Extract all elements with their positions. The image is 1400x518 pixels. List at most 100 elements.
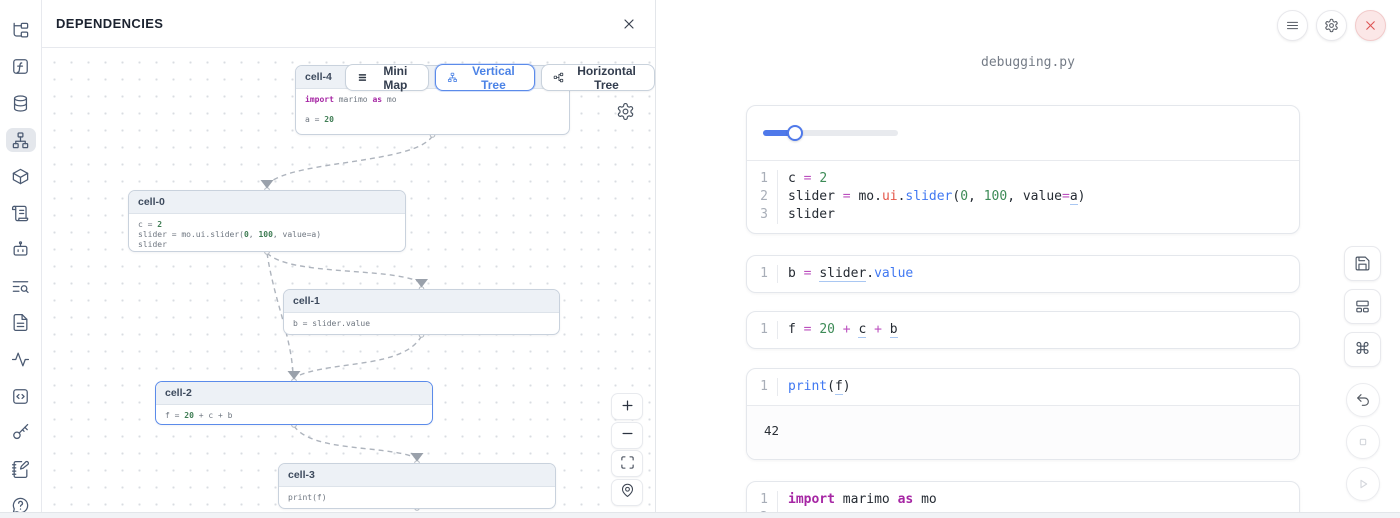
gear-icon: [616, 102, 635, 121]
edge-arrowhead: [411, 453, 424, 462]
stop-button[interactable]: [1346, 425, 1380, 459]
graph-node-title: cell-3: [279, 464, 555, 487]
secrets-icon[interactable]: [6, 420, 36, 445]
snippets-icon[interactable]: [6, 384, 36, 409]
code-line: print(f): [778, 378, 851, 396]
logs-icon[interactable]: [6, 274, 36, 299]
close-panel-button[interactable]: [621, 16, 637, 32]
zoom-out-button[interactable]: [611, 422, 643, 449]
horizontal-tree-button[interactable]: Horizontal Tree: [541, 64, 655, 91]
run-button[interactable]: [1346, 467, 1380, 501]
keyboard-shortcuts-button[interactable]: ⌘: [1344, 332, 1381, 367]
line-number: 3: [747, 206, 778, 224]
edge-arrowhead: [288, 371, 301, 380]
vertical-tree-button[interactable]: Vertical Tree: [435, 64, 535, 91]
code-line: c = 2: [778, 170, 827, 188]
gear-icon: [1324, 18, 1339, 33]
horizontal-tree-label: Horizontal Tree: [570, 64, 643, 92]
variables-icon[interactable]: [6, 55, 36, 80]
graph-toolbar: Mini Map Vertical Tree Horizontal Tree: [345, 64, 655, 91]
layout-icon: [1354, 298, 1371, 315]
slider-track[interactable]: [763, 130, 898, 136]
code-line: import marimo as mo: [778, 491, 937, 509]
line-number: 1: [747, 170, 778, 188]
packages-icon[interactable]: [6, 164, 36, 189]
line-number: 1: [747, 491, 778, 509]
notebook-cell-2[interactable]: 1f = 20 + c + b: [746, 311, 1300, 349]
tracing-icon[interactable]: [6, 347, 36, 372]
status-bar: [0, 512, 1400, 518]
map-pin-icon: [620, 483, 635, 498]
notebook-filename[interactable]: debugging.py: [656, 55, 1400, 70]
code-editor[interactable]: 1f = 20 + c + b: [747, 312, 1299, 348]
fit-view-button[interactable]: [611, 450, 643, 477]
minimap-button[interactable]: Mini Map: [345, 64, 429, 91]
graph-node-title: cell-0: [129, 191, 405, 214]
minus-icon: [620, 426, 635, 441]
code-editor[interactable]: 1c = 22slider = mo.ui.slider(0, 100, val…: [747, 161, 1299, 233]
code-editor[interactable]: 1b = slider.value: [747, 256, 1299, 292]
maximize-icon: [620, 455, 635, 470]
outline-icon[interactable]: [6, 201, 36, 226]
graph-zoom-controls: [611, 393, 643, 506]
menu-icon: [1285, 18, 1300, 33]
ai-chat-icon[interactable]: [6, 237, 36, 262]
vertical-tree-label: Vertical Tree: [464, 64, 523, 92]
notebook-settings-button[interactable]: [1316, 10, 1347, 41]
edge-cell-4-to-cell-0: [269, 136, 433, 183]
helper-sidebar: [0, 0, 42, 518]
graph-node-cell-3[interactable]: cell-3print(f): [278, 463, 556, 509]
save-button[interactable]: [1344, 246, 1381, 281]
slider-output: [747, 106, 1299, 161]
edge-cell-0-to-cell-1: [267, 253, 420, 282]
graph-node-code: c = 2slider = mo.ui.slider(0, 100, value…: [129, 214, 405, 252]
graph-node-cell-2[interactable]: cell-2f = 20 + c + b: [155, 381, 433, 425]
dependencies-icon[interactable]: [6, 128, 36, 153]
layout-button[interactable]: [1344, 289, 1381, 324]
notebook-actions-button[interactable]: [1277, 10, 1308, 41]
file-explorer-icon[interactable]: [6, 18, 36, 43]
notebook-cell-1[interactable]: 1b = slider.value: [746, 255, 1300, 293]
line-number: 2: [747, 188, 778, 206]
code-line: b = slider.value: [778, 265, 913, 283]
code-line: f = 20 + c + b: [778, 321, 898, 339]
code-line: slider = mo.ui.slider(0, 100, value=a): [778, 188, 1085, 206]
app-root: DEPENDENCIES cell-4import marimo as mo a…: [0, 0, 1400, 518]
zoom-in-button[interactable]: [611, 393, 643, 420]
play-icon: [1355, 476, 1371, 492]
graph-node-title: cell-2: [156, 382, 432, 405]
graph-node-code: print(f): [279, 487, 555, 507]
documentation-icon[interactable]: [6, 311, 36, 336]
stop-icon: [1355, 434, 1371, 450]
notebook-cell-0[interactable]: 1c = 22slider = mo.ui.slider(0, 100, val…: [746, 105, 1300, 234]
code-editor[interactable]: 1print(f): [747, 369, 1299, 405]
locate-button[interactable]: [611, 479, 643, 506]
edge-arrowhead: [415, 279, 428, 288]
graph-settings-button[interactable]: [612, 98, 638, 124]
datasources-icon[interactable]: [6, 91, 36, 116]
slider-thumb[interactable]: [787, 125, 803, 141]
minimap-icon: [357, 71, 368, 84]
graph-node-code: b = slider.value: [284, 313, 559, 333]
undo-button[interactable]: [1346, 383, 1380, 417]
edge-cell-1-to-cell-2: [300, 336, 422, 375]
notebook-panel: debugging.py 1c = 22slider = mo.ui.slide…: [656, 0, 1400, 518]
save-icon: [1354, 255, 1371, 272]
shutdown-button[interactable]: [1355, 10, 1386, 41]
dependency-graph-canvas[interactable]: cell-4import marimo as mo a = 20cell-0c …: [42, 48, 655, 518]
notebook-side-controls: ⌘: [1344, 246, 1381, 501]
close-icon: [1363, 18, 1378, 33]
horizontal-tree-icon: [553, 71, 564, 84]
notebook-menu-buttons: [1277, 10, 1386, 41]
scratchpad-icon[interactable]: [6, 457, 36, 482]
console-output: 42: [747, 405, 1299, 459]
graph-node-code: f = 20 + c + b: [156, 405, 432, 425]
dependencies-header: DEPENDENCIES: [42, 0, 655, 48]
edge-cell-2-to-cell-3: [294, 426, 414, 457]
graph-node-cell-1[interactable]: cell-1b = slider.value: [283, 289, 560, 335]
undo-icon: [1355, 392, 1371, 408]
dependencies-panel: DEPENDENCIES cell-4import marimo as mo a…: [42, 0, 656, 518]
graph-node-cell-0[interactable]: cell-0c = 2slider = mo.ui.slider(0, 100,…: [128, 190, 406, 252]
close-icon: [621, 16, 637, 32]
notebook-cell-3[interactable]: 1print(f)42: [746, 368, 1300, 460]
